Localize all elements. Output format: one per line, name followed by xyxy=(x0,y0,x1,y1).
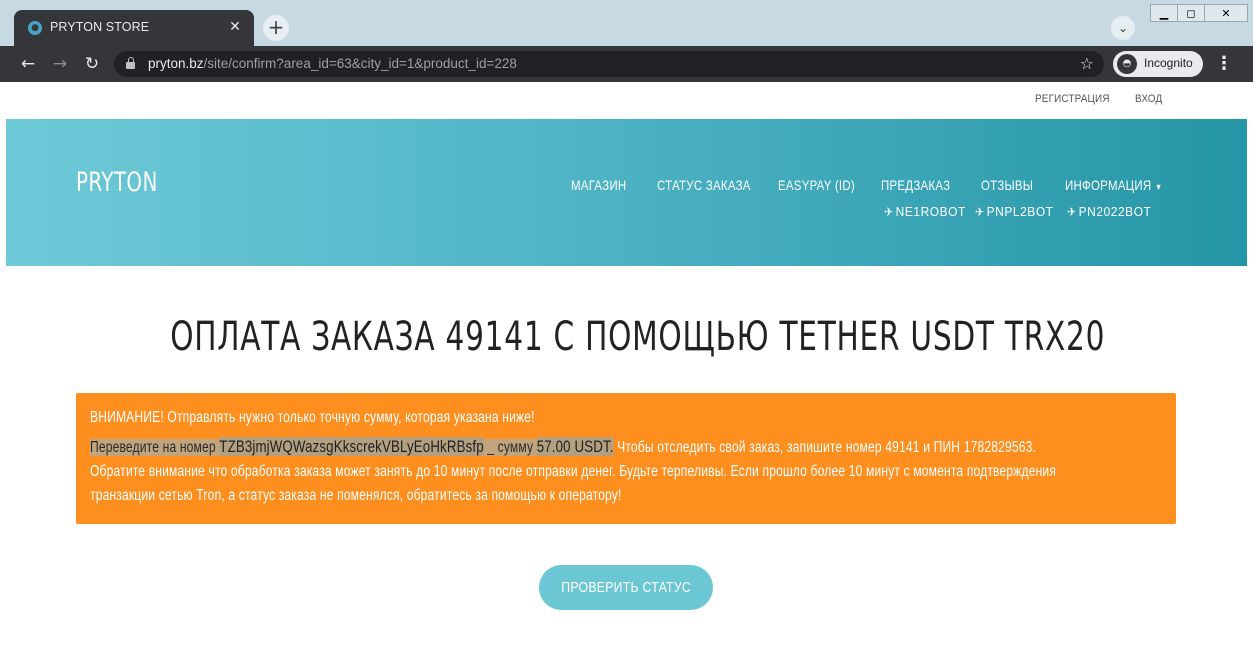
bot-link-ne1robot[interactable]: ✈ NE1ROBOT xyxy=(884,204,966,219)
nav-information[interactable]: ИНФОРМАЦИЯ ▼ xyxy=(1065,177,1162,193)
alert-note-line1: Обратите внимание что обработка заказа м… xyxy=(90,463,1057,480)
telegram-icon: ✈ xyxy=(1067,205,1077,219)
bot-label: PN2022BOT xyxy=(1078,204,1152,219)
bot-link-pn2022bot[interactable]: ✈ PN2022BOT xyxy=(1067,204,1151,219)
nav-order-status[interactable]: СТАТУС ЗАКАЗА xyxy=(657,177,751,193)
payment-alert: ВНИМАНИЕ! Отправлять нужно только точную… xyxy=(76,393,1176,524)
url-host: pryton.bz xyxy=(148,56,204,71)
nav-preorder[interactable]: ПРЕДЗАКАЗ xyxy=(881,177,950,193)
close-icon: ✕ xyxy=(1221,6,1231,20)
sum-prefix: _ сумму xyxy=(487,439,534,456)
payment-amount: 57.00 USDT. xyxy=(536,437,614,456)
browser-window: ● PRYTON STORE ✕ + ⌄ ▁ ◻ ✕ ← → ↻ pryton.… xyxy=(0,0,1253,651)
lock-icon xyxy=(126,57,135,69)
tracking-info: Чтобы отследить свой заказ, запишите ном… xyxy=(617,439,1037,456)
register-link[interactable]: РЕГИСТРАЦИЯ xyxy=(1035,93,1110,105)
arrow-right-icon: → xyxy=(52,54,68,74)
address-bar[interactable]: pryton.bz/site/confirm?area_id=63&city_i… xyxy=(114,51,1104,77)
tab-search-button[interactable]: ⌄ xyxy=(1111,16,1135,40)
forward-button[interactable]: → xyxy=(47,52,73,76)
alert-warning: ВНИМАНИЕ! Отправлять нужно только точную… xyxy=(90,409,535,426)
alert-transfer-line: Переведите на номер TZB3jmjWQWazsgKkscre… xyxy=(90,437,1036,457)
incognito-badge[interactable]: ◓ Incognito xyxy=(1113,51,1203,77)
nav-shop[interactable]: МАГАЗИН xyxy=(571,177,626,193)
window-controls: ▁ ◻ ✕ xyxy=(1150,4,1248,22)
favicon-icon: ● xyxy=(28,21,42,35)
chevron-down-icon: ⌄ xyxy=(1117,21,1129,35)
browser-toolbar: ← → ↻ pryton.bz/site/confirm?area_id=63&… xyxy=(0,46,1253,82)
incognito-label: Incognito xyxy=(1144,56,1193,70)
minimize-icon: ▁ xyxy=(1159,6,1169,20)
plus-icon: + xyxy=(267,15,285,39)
site-logo[interactable]: PRYTON xyxy=(76,167,158,198)
transfer-prefix: Переведите на номер xyxy=(90,439,216,456)
caret-down-icon: ▼ xyxy=(1154,182,1163,192)
minimize-button[interactable]: ▁ xyxy=(1150,4,1178,22)
tab-pryton-store[interactable]: ● PRYTON STORE ✕ xyxy=(14,10,254,46)
nav-information-label: ИНФОРМАЦИЯ xyxy=(1065,177,1152,193)
maximize-icon: ◻ xyxy=(1186,6,1196,20)
telegram-icon: ✈ xyxy=(975,205,985,219)
maximize-button[interactable]: ◻ xyxy=(1177,4,1205,22)
check-status-button[interactable]: ПРОВЕРИТЬ СТАТУС xyxy=(539,565,713,610)
wallet-address[interactable]: TZB3jmjWQWazsgKkscrekVBLyEoHkRBsfp xyxy=(219,437,484,456)
window-close-button[interactable]: ✕ xyxy=(1204,4,1248,22)
check-status-label: ПРОВЕРИТЬ СТАТУС xyxy=(561,579,691,596)
close-icon[interactable]: ✕ xyxy=(226,18,244,36)
tab-title: PRYTON STORE xyxy=(50,20,150,34)
url-path: /site/confirm?area_id=63&city_id=1&produ… xyxy=(203,56,517,71)
nav-reviews[interactable]: ОТЗЫВЫ xyxy=(981,177,1033,193)
nav-easypay[interactable]: EASYPAY (ID) xyxy=(778,177,855,193)
bot-label: PNPL2BOT xyxy=(986,204,1054,219)
incognito-icon: ◓ xyxy=(1117,54,1137,74)
tab-strip: ● PRYTON STORE ✕ + ⌄ ▁ ◻ ✕ xyxy=(0,0,1253,46)
bot-label: NE1ROBOT xyxy=(895,204,966,219)
browser-menu-button[interactable]: ⋮ xyxy=(1214,52,1234,76)
site-header: PRYTON МАГАЗИН СТАТУС ЗАКАЗА EASYPAY (ID… xyxy=(6,119,1247,266)
kebab-menu-icon: ⋮ xyxy=(1215,53,1233,74)
bookmark-star-icon[interactable]: ☆ xyxy=(1080,54,1094,73)
telegram-icon: ✈ xyxy=(884,205,894,219)
page-content: РЕГИСТРАЦИЯ ВХОД PRYTON МАГАЗИН СТАТУС З… xyxy=(6,82,1247,651)
page-title-text: ОПЛАТА ЗАКАЗА 49141 С ПОМОЩЬЮ TETHER USD… xyxy=(170,314,1106,360)
arrow-left-icon: ← xyxy=(20,54,36,74)
url-text[interactable]: pryton.bz/site/confirm?area_id=63&city_i… xyxy=(148,56,517,71)
alert-note-line2: транзакции сетью Tron, а статус заказа н… xyxy=(90,487,622,504)
back-button[interactable]: ← xyxy=(15,52,41,76)
reload-button[interactable]: ↻ xyxy=(79,52,105,76)
top-bar: РЕГИСТРАЦИЯ ВХОД xyxy=(6,82,1247,119)
page-title: ОПЛАТА ЗАКАЗА 49141 С ПОМОЩЬЮ TETHER USD… xyxy=(6,314,1247,360)
reload-icon: ↻ xyxy=(84,54,100,74)
login-link[interactable]: ВХОД xyxy=(1135,93,1162,105)
bot-link-pnpl2bot[interactable]: ✈ PNPL2BOT xyxy=(975,204,1054,219)
new-tab-button[interactable]: + xyxy=(263,15,289,41)
